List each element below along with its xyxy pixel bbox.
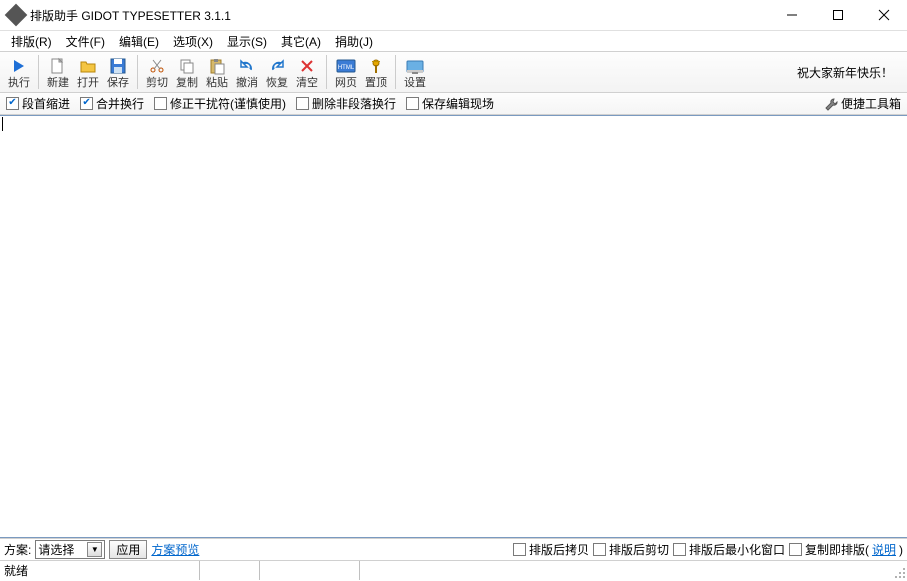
bottom-bar: 方案: 请选择 ▼ 应用 方案预览 排版后拷贝 排版后剪切 排版后最小化窗口 复… — [0, 538, 907, 560]
window-title: 排版助手 GIDOT TYPESETTER 3.1.1 — [30, 7, 231, 24]
resize-grip[interactable] — [891, 564, 907, 580]
check-mergewrap[interactable]: 合并换行 — [80, 95, 144, 112]
clear-icon — [297, 56, 317, 76]
greeting-text: 祝大家新年快乐！ — [797, 64, 903, 81]
scheme-label: 方案: — [4, 541, 31, 558]
menu-typeset[interactable]: 排版(R) — [4, 31, 59, 52]
webpage-button[interactable]: HTML 网页 — [331, 52, 361, 92]
chevron-down-icon: ▼ — [87, 542, 102, 557]
wrench-icon — [824, 97, 838, 111]
open-button[interactable]: 打开 — [73, 52, 103, 92]
close-button[interactable] — [861, 0, 907, 31]
clear-button[interactable]: 清空 — [292, 52, 322, 92]
svg-text:HTML: HTML — [338, 65, 355, 71]
check-fixinterf[interactable]: 修正干扰符(谨慎使用) — [154, 95, 286, 112]
check-cutafter[interactable]: 排版后剪切 — [593, 541, 669, 558]
app-icon — [5, 4, 28, 27]
options-bar: 段首缩进 合并换行 修正干扰符(谨慎使用) 删除非段落换行 保存编辑现场 便捷工… — [0, 93, 907, 115]
cut-button[interactable]: 剪切 — [142, 52, 172, 92]
menu-option[interactable]: 选项(X) — [166, 31, 220, 52]
preview-link[interactable]: 方案预览 — [151, 541, 199, 558]
copy-button[interactable]: 复制 — [172, 52, 202, 92]
maximize-button[interactable] — [815, 0, 861, 31]
menu-other[interactable]: 其它(A) — [274, 31, 328, 52]
shuoming-link[interactable]: 说明 — [872, 541, 896, 558]
execute-button[interactable]: 执行 — [4, 52, 34, 92]
titlebar: 排版助手 GIDOT TYPESETTER 3.1.1 — [0, 0, 907, 31]
checkbox-icon — [593, 543, 606, 556]
settings-button[interactable]: 设置 — [400, 52, 430, 92]
redo-icon — [267, 56, 287, 76]
apply-button[interactable]: 应用 — [109, 540, 147, 559]
statusbar: 就绪 — [0, 560, 907, 580]
checkbox-icon — [513, 543, 526, 556]
status-cell-3 — [260, 561, 360, 580]
editor-area[interactable] — [0, 115, 907, 538]
toolbar: 执行 新建 打开 保存 剪切 复制 粘贴 撤消 恢复 清空 HTML 网页 — [0, 51, 907, 93]
save-icon — [108, 56, 128, 76]
menu-file[interactable]: 文件(F) — [59, 31, 112, 52]
checkbox-icon — [80, 97, 93, 110]
undo-button[interactable]: 撤消 — [232, 52, 262, 92]
pin-icon — [366, 56, 386, 76]
check-minafter[interactable]: 排版后最小化窗口 — [673, 541, 785, 558]
new-icon — [48, 56, 68, 76]
top-button[interactable]: 置顶 — [361, 52, 391, 92]
check-delnonpara[interactable]: 删除非段落换行 — [296, 95, 396, 112]
menu-edit[interactable]: 编辑(E) — [112, 31, 166, 52]
open-icon — [78, 56, 98, 76]
checkbox-icon — [296, 97, 309, 110]
check-copyafter[interactable]: 排版后拷贝 — [513, 541, 589, 558]
minimize-button[interactable] — [769, 0, 815, 31]
status-cell-2 — [200, 561, 260, 580]
check-indent[interactable]: 段首缩进 — [6, 95, 70, 112]
checkbox-icon — [406, 97, 419, 110]
paste-icon — [207, 56, 227, 76]
menu-donate[interactable]: 捐助(J) — [328, 31, 380, 52]
check-savescene[interactable]: 保存编辑现场 — [406, 95, 494, 112]
undo-icon — [237, 56, 257, 76]
paste-button[interactable]: 粘贴 — [202, 52, 232, 92]
play-icon — [9, 56, 29, 76]
toolbox-button[interactable]: 便捷工具箱 — [824, 95, 901, 112]
new-button[interactable]: 新建 — [43, 52, 73, 92]
copy-icon — [177, 56, 197, 76]
checkbox-icon — [6, 97, 19, 110]
menu-display[interactable]: 显示(S) — [220, 31, 274, 52]
webpage-icon: HTML — [336, 56, 356, 76]
menubar: 排版(R) 文件(F) 编辑(E) 选项(X) 显示(S) 其它(A) 捐助(J… — [0, 31, 907, 51]
status-cell-4 — [360, 561, 891, 580]
scheme-select[interactable]: 请选择 ▼ — [35, 540, 105, 559]
checkbox-icon — [673, 543, 686, 556]
status-ready: 就绪 — [0, 561, 200, 580]
save-button[interactable]: 保存 — [103, 52, 133, 92]
text-caret — [2, 117, 3, 131]
check-copytypeset[interactable]: 复制即排版(说明) — [789, 541, 903, 558]
redo-button[interactable]: 恢复 — [262, 52, 292, 92]
cut-icon — [147, 56, 167, 76]
checkbox-icon — [789, 543, 802, 556]
settings-icon — [405, 56, 425, 76]
checkbox-icon — [154, 97, 167, 110]
